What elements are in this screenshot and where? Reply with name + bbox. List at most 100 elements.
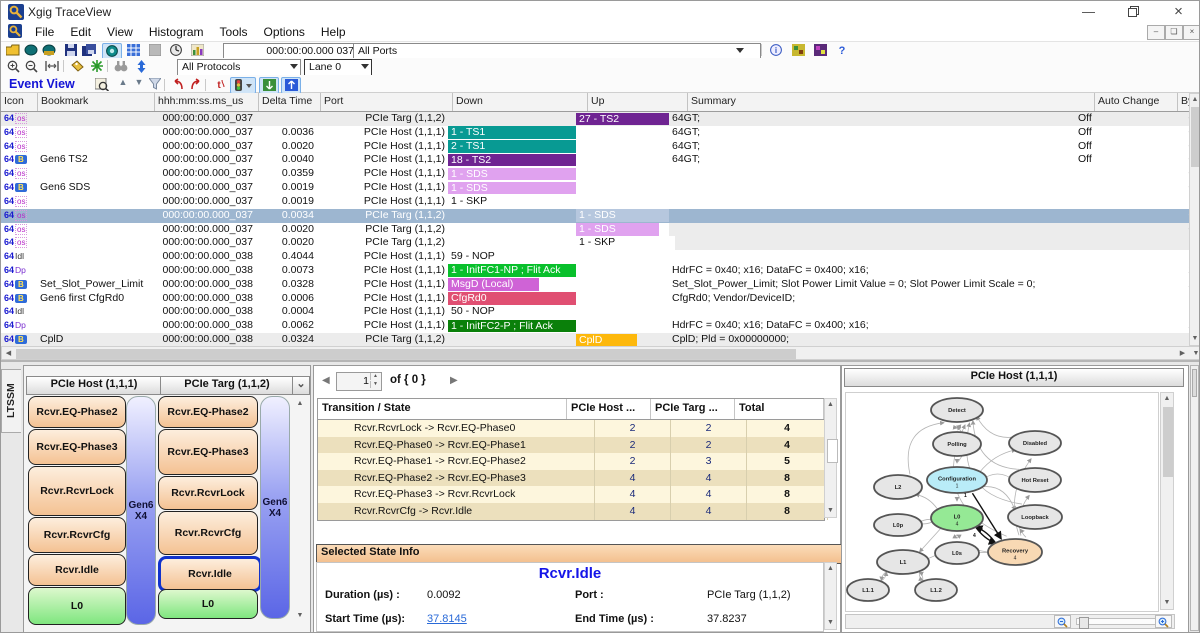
ltssm-state-rcvr-eq-phase3[interactable]: Rcvr.EQ-Phase3 [158,429,258,475]
event-table-hscrollbar[interactable]: ◀ ▶ ▼ [1,346,1200,360]
statistics-view-button[interactable] [188,43,206,58]
table-row[interactable]: 64os000:00:00.000_037PCIe Targ (1,1,2)27… [1,112,1200,126]
jump-back-icon[interactable] [169,77,187,92]
analyzer-view-button[interactable] [811,43,829,58]
transition-row[interactable]: Rcvr.EQ-Phase2 -> Rcvr.EQ-Phase3448 [318,470,824,487]
diagram-node-l0s[interactable]: L0s [935,542,979,564]
transition-row[interactable]: Rcvr.EQ-Phase1 -> Rcvr.EQ-Phase2235 [318,453,824,470]
grid-view-button[interactable] [124,43,142,58]
transition-row[interactable]: Rcvr.EQ-Phase3 -> Rcvr.RcvrLock448 [318,486,824,503]
ltssm-state-rcvr-eq-phase3[interactable]: Rcvr.EQ-Phase3 [28,429,126,465]
column-header-summary[interactable]: Summary [688,93,1095,111]
event-table-vscrollbar[interactable]: ▲ ▼ [1189,93,1200,346]
column-header-down[interactable]: Down [453,93,588,111]
open-recent-button[interactable] [22,43,40,58]
menu-view[interactable]: View [99,23,141,41]
diagram-vscrollbar[interactable]: ▲ ▼ [1160,392,1174,610]
ltssm-state-rcvr-eq-phase2[interactable]: Rcvr.EQ-Phase2 [158,396,258,428]
table-row[interactable]: 64os000:00:00.000_0370.0019PCIe Host (1,… [1,195,1200,209]
diagram-node-l0p[interactable]: L0p [874,514,922,536]
ltssm-state-rcvr-rcvrlock[interactable]: Rcvr.RcvrLock [28,466,126,516]
diagram-node-detect[interactable]: Detect [931,398,983,422]
ltssm-host-header[interactable]: PCIe Host (1,1,1) [26,376,162,395]
column-header-hhh-mm-ss-ms-us[interactable]: hhh:mm:ss.ms_us [155,93,259,111]
slider-handle[interactable] [1079,617,1089,629]
column-header-bookmark[interactable]: Bookmark [38,93,155,111]
table-row[interactable]: 64os000:00:00.000_0370.0036PCIe Host (1,… [1,126,1200,140]
zoom-in-icon[interactable] [4,59,22,74]
spinner-up-icon[interactable]: ▲ [370,373,380,380]
transition-table-vscrollbar[interactable]: ▲ ▼ [824,398,837,518]
scroll-corner-icon[interactable]: ▼ [1190,347,1200,361]
diagram-zoom-in-button[interactable] [1155,615,1172,628]
table-row[interactable]: 64Dp000:00:00.000_0380.0062PCIe Host (1,… [1,319,1200,333]
transition-column-header[interactable]: PCIe Host ... [567,399,651,419]
fit-width-icon[interactable] [43,59,61,74]
mdi-minimize-button[interactable]: – [1147,25,1165,40]
maximize-button[interactable] [1111,1,1156,23]
table-row[interactable]: 64BGen6 SDS000:00:00.000_0370.0019PCIe H… [1,181,1200,195]
diagram-node-l1-2[interactable]: L1.2 [915,579,957,601]
report-view-button[interactable] [146,43,164,58]
diagram-node-polling[interactable]: Polling [933,432,981,456]
minimize-button[interactable]: — [1066,1,1111,23]
table-row[interactable]: 64BSet_Slot_Power_Limit000:00:00.000_038… [1,278,1200,292]
scroll-up-icon[interactable]: ▲ [825,563,836,575]
table-row[interactable]: 64os000:00:00.000_0370.0034PCIe Targ (1,… [1,209,1200,223]
tag-icon[interactable] [68,59,86,74]
scroll-right-icon[interactable]: ▶ [1176,347,1189,361]
table-row[interactable]: 64os000:00:00.000_0370.0020PCIe Targ (1,… [1,236,1200,250]
ltssm-state-rcvr-rcvrcfg[interactable]: Rcvr.RcvrCfg [158,511,258,555]
spinner-down-icon[interactable]: ▼ [370,381,380,388]
inspect-event-icon[interactable] [93,77,111,92]
diagram-node-loopback[interactable]: Loopback [1008,505,1062,529]
show-down-traffic-button[interactable] [259,77,279,94]
mdi-close-button[interactable]: × [1183,25,1200,40]
nav-prev-icon[interactable]: ◀ [322,373,330,389]
column-header-icon[interactable]: Icon [1,93,38,111]
menu-help[interactable]: Help [313,23,354,41]
timing-view-button[interactable] [167,43,185,58]
menu-file[interactable]: File [27,23,62,41]
delta-time-icon[interactable]: t [210,77,228,92]
collapsed-panel-strip[interactable] [1190,365,1199,631]
transition-column-header[interactable]: PCIe Targ ... [651,399,735,419]
ltssm-state-rcvr-rcvrlock[interactable]: Rcvr.RcvrLock [158,476,258,510]
diagram-node-l2[interactable]: L2 [874,475,922,499]
transition-row[interactable]: Rcvr.EQ-Phase0 -> Rcvr.EQ-Phase1224 [318,437,824,454]
scroll-up-icon[interactable]: ▲ [1190,94,1200,106]
protocols-combobox[interactable]: All Protocols [177,59,301,76]
table-row[interactable]: 64BGen6 TS2000:00:00.000_0370.0040PCIe H… [1,153,1200,167]
ltssm-state-rcvr-idle[interactable]: Rcvr.Idle [28,554,126,586]
scroll-left-icon[interactable]: ◀ [2,347,15,361]
transition-row[interactable]: Rcvr.RcvrCfg -> Rcvr.Idle448 [318,503,824,520]
ltssm-state-rcvr-eq-phase2[interactable]: Rcvr.EQ-Phase2 [28,396,126,428]
scroll-down-icon[interactable]: ▼ [825,617,836,629]
zoom-out-icon[interactable] [22,59,40,74]
table-row[interactable]: 64BGen6 first CfgRd0000:00:00.000_0380.0… [1,292,1200,306]
column-header-auto-change[interactable]: Auto Change [1095,93,1178,111]
table-row[interactable]: 64os000:00:00.000_0370.0020PCIe Targ (1,… [1,223,1200,237]
diagram-node-l1[interactable]: L1 [877,550,929,574]
menu-histogram[interactable]: Histogram [141,23,212,41]
menu-tools[interactable]: Tools [212,23,256,41]
search-binoculars-icon[interactable] [112,59,130,74]
ltssm-state-l0[interactable]: L0 [158,589,258,619]
scroll-thumb[interactable] [16,349,796,359]
diagram-node-hot-reset[interactable]: Hot Reset [1009,468,1061,492]
nav-next-icon[interactable]: ▶ [450,373,458,389]
traffic-filter-button[interactable] [230,77,256,94]
show-up-traffic-button[interactable] [281,77,301,94]
ltssm-scroll-up-icon[interactable]: ▲ [294,398,306,410]
expert-view-button[interactable] [789,43,807,58]
table-row[interactable]: 64os000:00:00.000_0370.0359PCIe Host (1,… [1,167,1200,181]
ltssm-header-dropdown[interactable]: ⌄ [292,376,310,395]
jump-forward-icon[interactable] [187,77,205,92]
lane-combobox[interactable]: Lane 0 [304,59,372,76]
ltssm-state-rcvr-idle[interactable]: Rcvr.Idle [158,556,262,592]
state-info-vscrollbar[interactable]: ▲ ▼ [824,562,837,630]
transition-row[interactable]: Rcvr.RcvrLock -> Rcvr.EQ-Phase0224 [318,420,824,437]
scroll-up-icon[interactable]: ▲ [825,399,836,411]
scroll-down-icon[interactable]: ▼ [825,505,836,517]
filter-icon[interactable] [146,77,164,92]
